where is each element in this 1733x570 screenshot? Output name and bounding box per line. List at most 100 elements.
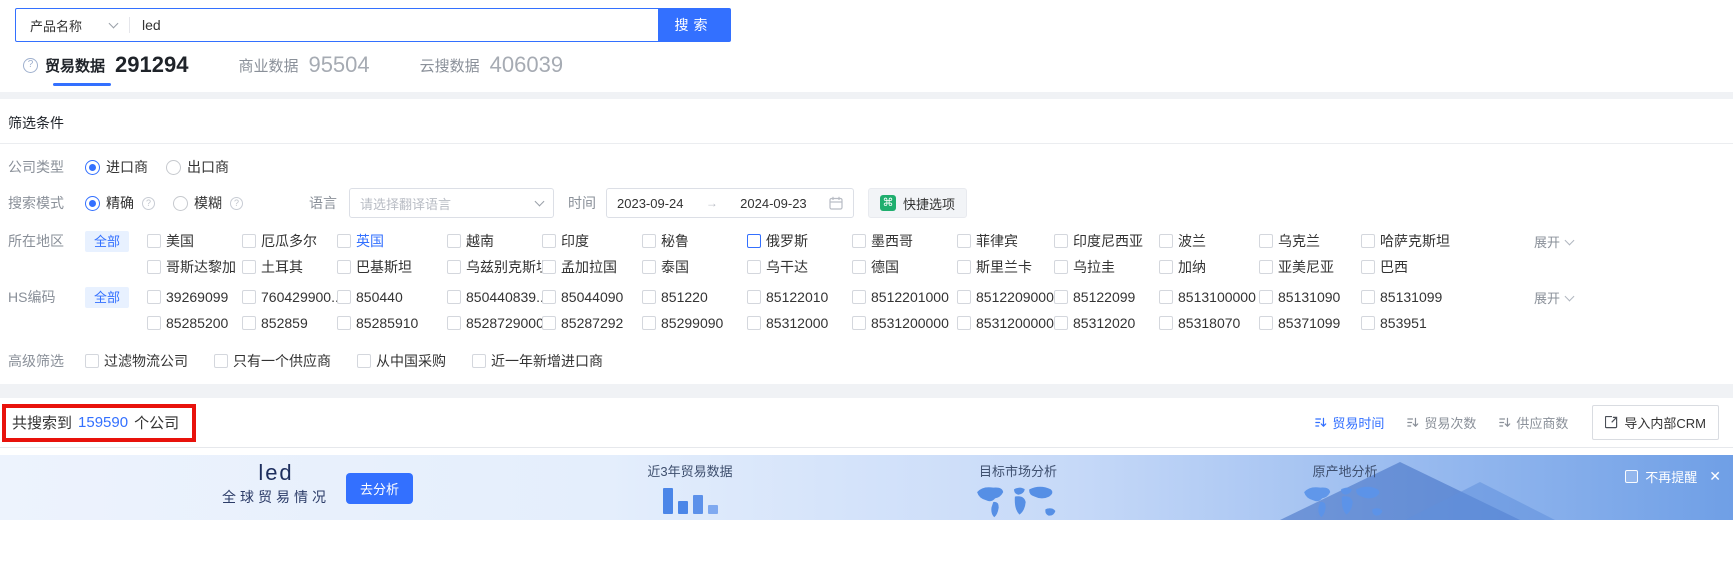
tab[interactable]: ? 贸易数据 291294 xyxy=(23,54,188,86)
hs-checkbox-item[interactable]: 85318070 xyxy=(1159,310,1259,336)
quick-options-button[interactable]: ⌘ 快捷选项 xyxy=(868,188,968,218)
banner-card-target-market[interactable]: 目标市场分析 xyxy=(953,461,1083,520)
hs-checkbox-item[interactable]: 85131090 xyxy=(1259,284,1361,310)
hs-checkbox-item[interactable]: 85371099 xyxy=(1259,310,1361,336)
checkbox[interactable] xyxy=(1054,316,1069,330)
advanced-checkbox-item[interactable]: 近一年新增进口商 xyxy=(472,348,603,374)
checkbox[interactable] xyxy=(1361,290,1376,304)
region-checkbox-item[interactable]: 孟加拉国 xyxy=(542,254,642,280)
results-count[interactable]: 159590 xyxy=(78,414,128,431)
checkbox[interactable] xyxy=(642,316,657,330)
sort-button[interactable]: 贸易次数 xyxy=(1406,413,1476,432)
checkbox[interactable] xyxy=(852,316,867,330)
region-checkbox-item[interactable]: 加纳 xyxy=(1159,254,1259,280)
checkbox[interactable] xyxy=(1159,316,1174,330)
checkbox[interactable] xyxy=(1361,234,1376,248)
region-checkbox-item[interactable]: 乌克兰 xyxy=(1259,228,1361,254)
checkbox[interactable] xyxy=(242,316,257,330)
region-checkbox-item[interactable]: 墨西哥 xyxy=(852,228,957,254)
region-checkbox-item[interactable]: 哈萨克斯坦 xyxy=(1361,228,1501,254)
checkbox[interactable] xyxy=(642,234,657,248)
checkbox[interactable] xyxy=(747,290,762,304)
advanced-checkbox-item[interactable]: 从中国采购 xyxy=(357,348,446,374)
hs-checkbox-item[interactable]: 851220 xyxy=(642,284,747,310)
region-checkbox-item[interactable]: 乌拉圭 xyxy=(1054,254,1159,280)
checkbox[interactable] xyxy=(447,234,462,248)
region-checkbox-item[interactable]: 印度 xyxy=(542,228,642,254)
hs-checkbox-item[interactable]: 850440839... xyxy=(447,284,548,310)
close-icon[interactable]: ✕ xyxy=(1709,468,1721,485)
checkbox[interactable] xyxy=(147,260,162,274)
checkbox[interactable] xyxy=(957,260,972,274)
checkbox[interactable] xyxy=(957,234,972,248)
radio-option[interactable]: 出口商 xyxy=(166,154,229,180)
hs-checkbox-item[interactable]: 85285910 xyxy=(337,310,447,336)
checkbox[interactable] xyxy=(147,290,162,304)
dismiss-checkbox[interactable] xyxy=(1625,470,1639,483)
region-checkbox-item[interactable]: 英国 xyxy=(337,228,447,254)
tab[interactable]: ? 云搜数据 406039 xyxy=(420,54,563,86)
checkbox[interactable] xyxy=(542,234,557,248)
search-input[interactable] xyxy=(130,9,658,41)
checkbox[interactable] xyxy=(747,316,762,330)
region-checkbox-item[interactable]: 波兰 xyxy=(1159,228,1259,254)
checkbox[interactable] xyxy=(214,354,228,368)
banner-card-trade-data[interactable]: 近3年贸易数据 xyxy=(625,461,755,514)
sort-button[interactable]: 贸易时间 xyxy=(1314,413,1384,432)
region-checkbox-item[interactable]: 哥斯达黎加 xyxy=(147,254,242,280)
hs-expand-link[interactable]: 展开 xyxy=(1534,288,1575,307)
checkbox[interactable] xyxy=(542,260,557,274)
checkbox[interactable] xyxy=(85,354,99,368)
checkbox[interactable] xyxy=(1259,260,1274,274)
region-checkbox-item[interactable]: 斯里兰卡 xyxy=(957,254,1054,280)
hs-all-chip[interactable]: 全部 xyxy=(85,287,130,308)
checkbox[interactable] xyxy=(242,290,257,304)
checkbox[interactable] xyxy=(447,260,462,274)
date-end[interactable]: 2024-09-23 xyxy=(740,196,807,211)
checkbox[interactable] xyxy=(852,234,867,248)
info-icon[interactable]: ? xyxy=(230,196,243,210)
checkbox[interactable] xyxy=(1054,234,1069,248)
hs-checkbox-item[interactable]: 39269099 xyxy=(147,284,242,310)
help-icon[interactable]: ? xyxy=(23,57,38,73)
search-category-select[interactable]: 产品名称 xyxy=(16,9,129,41)
hs-checkbox-item[interactable]: 85287292 xyxy=(542,310,642,336)
region-checkbox-item[interactable]: 土耳其 xyxy=(242,254,337,280)
checkbox[interactable] xyxy=(337,260,352,274)
sort-button[interactable]: 供应商数 xyxy=(1498,413,1568,432)
checkbox[interactable] xyxy=(242,260,257,274)
checkbox[interactable] xyxy=(242,234,257,248)
checkbox[interactable] xyxy=(1159,290,1174,304)
region-checkbox-item[interactable]: 俄罗斯 xyxy=(747,228,852,254)
checkbox[interactable] xyxy=(1259,290,1274,304)
region-checkbox-item[interactable]: 乌干达 xyxy=(747,254,852,280)
advanced-checkbox-item[interactable]: 只有一个供应商 xyxy=(214,348,331,374)
info-icon[interactable]: ? xyxy=(142,196,155,210)
checkbox[interactable] xyxy=(147,234,162,248)
checkbox[interactable] xyxy=(447,316,462,330)
checkbox[interactable] xyxy=(957,290,972,304)
checkbox[interactable] xyxy=(852,260,867,274)
hs-checkbox-item[interactable]: 85285200 xyxy=(147,310,242,336)
checkbox[interactable] xyxy=(642,290,657,304)
advanced-checkbox-item[interactable]: 过滤物流公司 xyxy=(85,348,188,374)
hs-checkbox-item[interactable]: 85312020 xyxy=(1054,310,1159,336)
hs-checkbox-item[interactable]: 85131099 xyxy=(1361,284,1501,310)
hs-checkbox-item[interactable]: 85299090 xyxy=(642,310,747,336)
hs-checkbox-item[interactable]: 85312000000 xyxy=(957,310,1062,336)
radio-option[interactable]: 模糊 ? xyxy=(173,190,243,216)
hs-checkbox-item[interactable]: 8512209000 xyxy=(957,284,1054,310)
hs-checkbox-item[interactable]: 852859 xyxy=(242,310,337,336)
checkbox[interactable] xyxy=(472,354,486,368)
region-checkbox-item[interactable]: 秘鲁 xyxy=(642,228,747,254)
region-checkbox-item[interactable]: 越南 xyxy=(447,228,542,254)
hs-checkbox-item[interactable]: 85122010 xyxy=(747,284,852,310)
region-checkbox-item[interactable]: 印度尼西亚 xyxy=(1054,228,1159,254)
language-select[interactable]: 请选择翻译语言 xyxy=(349,188,554,218)
checkbox[interactable] xyxy=(542,290,557,304)
region-checkbox-item[interactable]: 菲律宾 xyxy=(957,228,1054,254)
hs-checkbox-item[interactable]: 850440 xyxy=(337,284,447,310)
checkbox[interactable] xyxy=(1054,290,1069,304)
region-checkbox-item[interactable]: 乌兹别克斯坦 xyxy=(447,254,550,280)
region-all-chip[interactable]: 全部 xyxy=(85,231,130,252)
